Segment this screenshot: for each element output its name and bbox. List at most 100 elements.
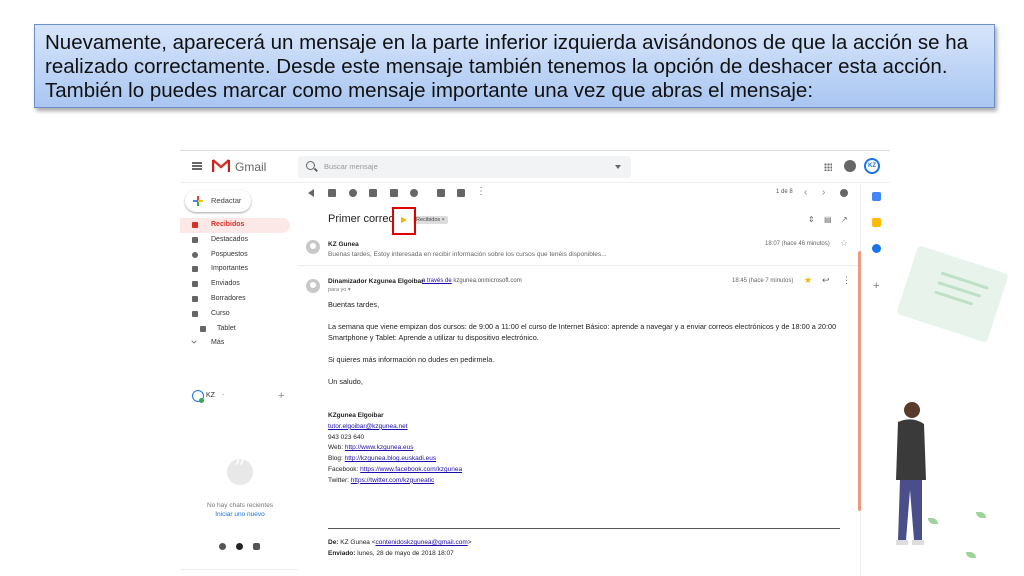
facebook-link[interactable]: https://www.facebook.com/kzgunea [360,466,462,473]
from-label: De: [328,539,339,546]
via-text: a través de kzgunea.onmicrosoft.com [422,278,522,284]
divider [328,528,840,529]
no-chats-text: No hay chats recientes [206,502,274,509]
expand-icon[interactable]: ⇕ [808,215,815,224]
more-options-icon[interactable] [476,186,486,197]
print-icon[interactable]: ▤ [824,215,832,224]
next-page-icon[interactable]: › [822,187,825,198]
snooze-icon[interactable] [410,189,418,197]
gmail-topbar: Gmail Buscar mensaje KZ [180,151,890,183]
sidebar-item-enviados[interactable]: Enviados [180,277,290,292]
sidebar-item-recibidos[interactable]: Recibidos [180,218,290,233]
sidebar-footer [180,569,298,576]
gmail-screenshot: Gmail Buscar mensaje KZ Redactar Recibid… [180,150,890,576]
gmail-logo-icon[interactable] [212,159,230,173]
add-addon-icon[interactable]: + [873,280,879,292]
main-menu-icon[interactable] [192,162,202,170]
instruction-text: Nuevamente, aparecerá un mensaje en la p… [45,31,969,102]
message-collapsed[interactable]: KZ Gunea Buenas tardes, Estoy interesada… [298,236,860,266]
start-chat-link[interactable]: Iniciar uno nuevo [180,511,300,518]
search-input[interactable]: Buscar mensaje [324,162,378,171]
compose-button[interactable]: Redactar [185,190,251,212]
sidebar-item-pospuestos[interactable]: Pospuestos [180,248,290,263]
star-icon[interactable]: ☆ [840,238,848,249]
label-chip[interactable]: Recibidos × [413,216,448,224]
sidebar-nav: Recibidos Destacados Pospuestos Importan… [180,218,295,351]
signature-phone: 943 023 640 [328,433,365,441]
prev-page-icon[interactable]: ‹ [804,187,807,198]
recipient-details[interactable]: para yo ▾ [328,287,351,293]
sidebar-item-destacados[interactable]: Destacados [180,233,290,248]
account-avatar[interactable]: KZ [864,158,880,174]
new-window-icon[interactable]: ↗ [841,215,848,224]
delete-icon[interactable] [369,189,377,197]
message-snippet: Buenas tardes, Estoy interesada en recib… [328,251,607,258]
facebook-label: Facebook: [328,465,359,473]
hangouts-account[interactable]: KZ - + [190,390,295,406]
contacts-icon[interactable] [219,543,226,550]
sidebar-item-tablet[interactable]: Tablet [180,322,290,337]
body-paragraph: La semana que viene empizan dos cursos: … [328,322,837,342]
notifications-icon[interactable] [844,160,856,172]
chevron-down-icon [191,338,197,345]
label-icon [192,310,198,317]
side-panel: + [860,184,890,576]
reply-icon[interactable]: ↩ [822,275,830,286]
instruction-callout: Nuevamente, aparecerá un mensaje en la p… [34,24,995,108]
from-name: KZ Gunea < [340,539,376,546]
more-options-icon[interactable]: ⋮ [842,275,851,286]
message-sender: Dinamizador Kzgunea Elgoibar [328,278,424,285]
compose-plus-icon [193,196,203,206]
move-to-icon[interactable] [437,189,445,197]
highlight-box [392,207,416,235]
gmail-brand[interactable]: Gmail [235,160,266,174]
from-close: > [467,539,472,546]
apps-grid-icon[interactable] [824,163,832,171]
message-sender: KZ Gunea [328,241,359,248]
blog-link[interactable]: http://kzgunea.blog.euskadi.eus [345,455,436,462]
web-link[interactable]: http://www.kzgunea.eus [345,444,414,451]
report-spam-icon[interactable] [349,189,357,197]
hangouts-chat-icon[interactable] [236,543,243,550]
from-email-link[interactable]: contenidoskzgunea@gmail.com [376,539,468,546]
forwarded-header: De: KZ Gunea <contenidoskzgunea@gmail.co… [328,538,472,559]
twitter-label: Twitter: [328,476,349,484]
calendar-icon[interactable] [872,192,881,201]
sidebar-item-label: Destacados [211,235,248,243]
search-icon[interactable] [306,161,315,170]
search-options-icon[interactable] [615,165,621,169]
tasks-icon[interactable] [872,244,881,253]
sidebar-item-mas[interactable]: Más [180,336,290,351]
sidebar-item-label: Enviados [211,280,240,288]
account-dropdown[interactable]: - [222,392,224,399]
back-arrow-icon[interactable] [308,189,314,197]
sidebar-item-curso[interactable]: Curso [180,307,290,322]
message-time: 18:45 (hace 7 minutos) [732,278,794,284]
sidebar-item-label: Tablet [217,324,236,332]
inbox-icon [192,222,198,228]
twitter-link[interactable]: https://twitter.com/kzguneatic [351,477,434,484]
labels-icon[interactable] [457,189,465,197]
label-icon [200,325,206,332]
archive-icon[interactable] [328,189,336,197]
signature: KZgunea Elgoibar tutor.elgoibar@kzgunea.… [328,411,848,487]
settings-gear-icon[interactable] [840,189,848,197]
mark-unread-icon[interactable] [390,189,398,197]
clock-icon [192,251,198,258]
blog-label: Blog: [328,455,343,463]
sidebar-item-label: Pospuestos [211,250,248,258]
sent-value: lunes, 28 de mayo de 2018 18:07 [357,549,454,557]
slide: Nuevamente, aparecerá un mensaje en la p… [0,0,1024,576]
starred-icon[interactable]: ★ [804,275,812,286]
sidebar-item-label: Importantes [211,265,248,273]
add-contact-button[interactable]: + [278,390,284,402]
search-bar[interactable]: Buscar mensaje [298,156,631,178]
scrollbar[interactable] [858,251,861,511]
via-link[interactable]: a través de [422,278,452,284]
sidebar-item-importantes[interactable]: Importantes [180,262,290,277]
keep-icon[interactable] [872,218,881,227]
sidebar-item-borradores[interactable]: Borradores [180,292,290,307]
draft-icon [192,295,198,302]
phone-icon[interactable] [253,543,260,550]
signature-email-link[interactable]: tutor.elgoibar@kzgunea.net [328,423,408,430]
